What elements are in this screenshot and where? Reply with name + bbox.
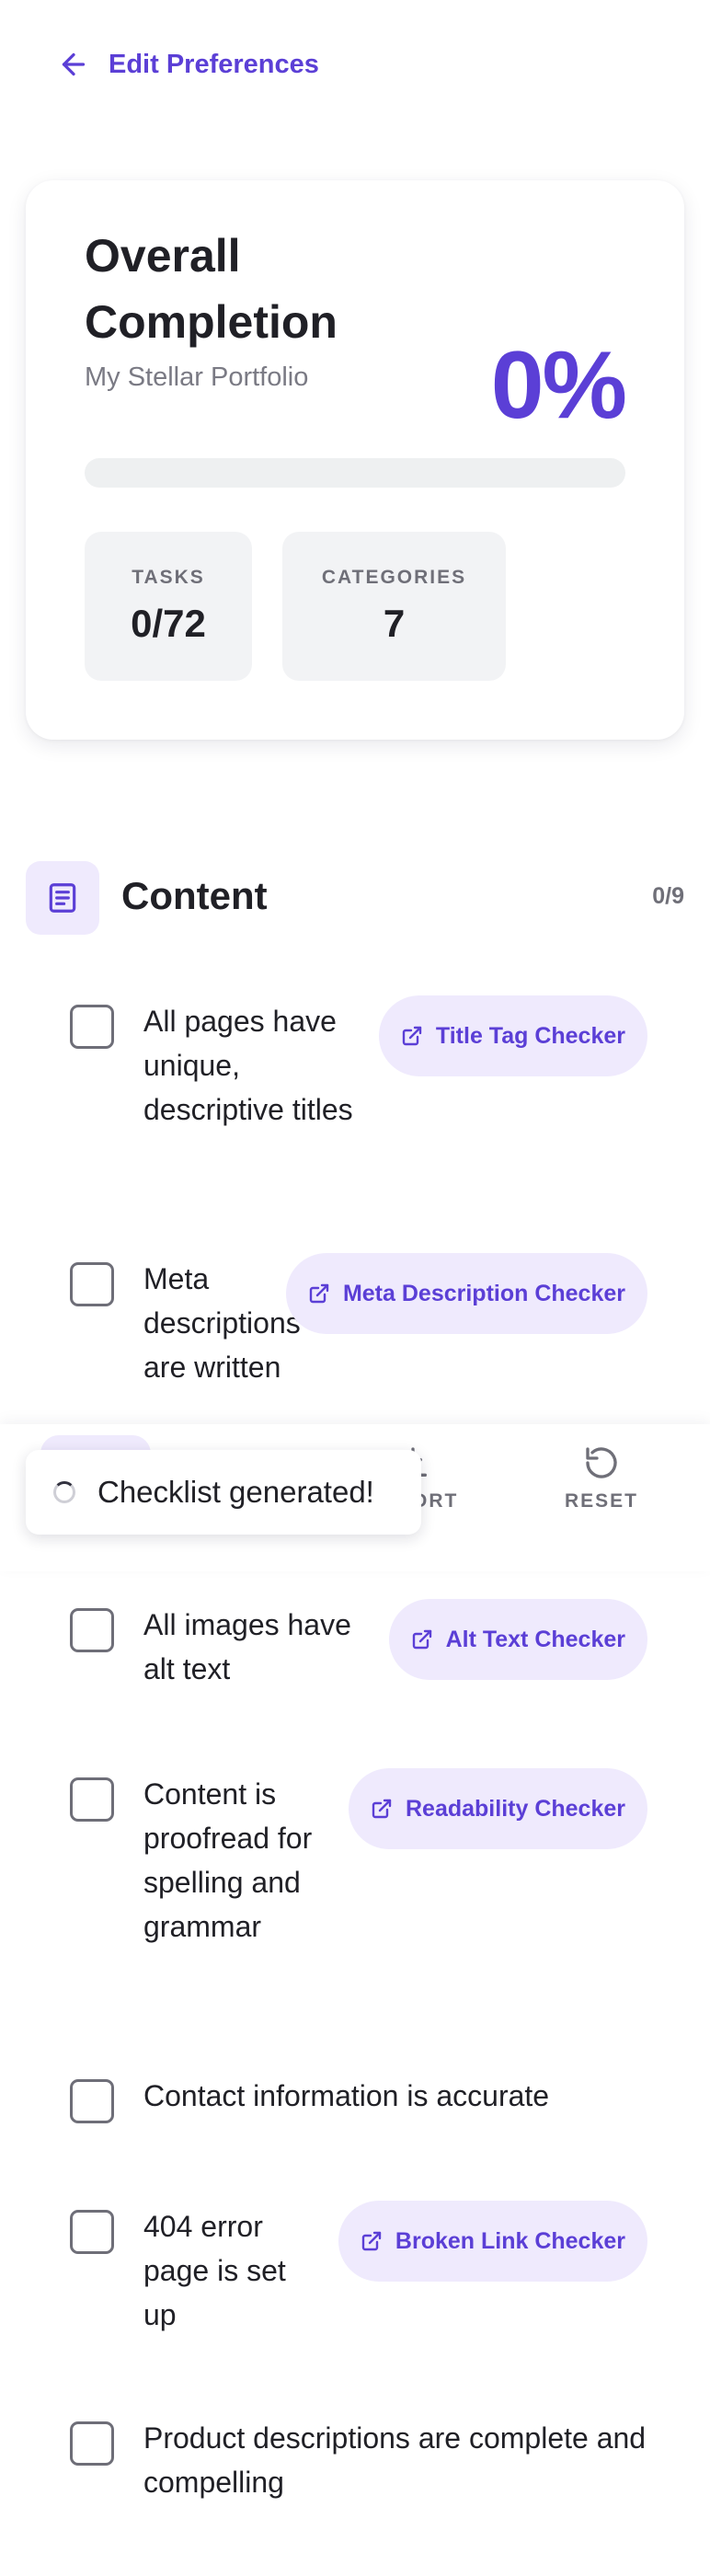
task-checkbox[interactable] bbox=[70, 2421, 114, 2466]
toast-message: Checklist generated! bbox=[97, 1475, 374, 1509]
external-link-icon bbox=[309, 1283, 329, 1304]
tool-link-label: Alt Text Checker bbox=[445, 1626, 625, 1652]
tool-link-label: Readability Checker bbox=[406, 1795, 625, 1822]
tool-link-button[interactable]: Alt Text Checker bbox=[388, 1599, 647, 1680]
stat-tasks: TASKS 0/72 bbox=[85, 532, 252, 681]
category-title: Content bbox=[121, 874, 268, 917]
overall-completion-card: Overall Completion My Stellar Portfolio … bbox=[26, 180, 684, 740]
completion-progress-bar bbox=[85, 458, 625, 488]
spinner-icon bbox=[53, 1481, 75, 1503]
project-name: My Stellar Portfolio bbox=[85, 362, 309, 392]
task-checkbox[interactable] bbox=[70, 2210, 114, 2254]
tool-link-button[interactable]: Meta Description Checker bbox=[285, 1253, 647, 1334]
task-checkbox[interactable] bbox=[70, 1005, 114, 1049]
task-text: All pages have unique, descriptive title… bbox=[143, 1005, 353, 1126]
task-checkbox[interactable] bbox=[70, 1777, 114, 1822]
external-link-icon bbox=[372, 1799, 392, 1819]
task-text: 404 error page is set up bbox=[143, 2210, 286, 2331]
tool-link-label: Broken Link Checker bbox=[395, 2227, 625, 2254]
external-link-icon bbox=[402, 1026, 422, 1046]
back-link-label: Edit Preferences bbox=[109, 49, 319, 79]
reset-button[interactable]: RESET bbox=[565, 1444, 638, 1512]
category-header[interactable]: Content 0/9 bbox=[26, 861, 684, 935]
external-link-icon bbox=[412, 1629, 431, 1650]
tool-link-button[interactable]: Title Tag Checker bbox=[378, 995, 647, 1076]
stat-tasks-label: TASKS bbox=[132, 567, 205, 588]
stat-tasks-value: 0/72 bbox=[131, 602, 206, 645]
task-text: Product descriptions are complete and co… bbox=[143, 2421, 647, 2499]
task-checkbox[interactable] bbox=[70, 1262, 114, 1306]
tool-link-label: Meta Description Checker bbox=[342, 1280, 625, 1306]
task-text: Contact information is accurate bbox=[143, 2079, 550, 2112]
reset-label: RESET bbox=[565, 1490, 639, 1512]
summary-title: Overall Completion bbox=[85, 230, 338, 348]
completion-percent: 0% bbox=[490, 332, 627, 439]
tool-link-button[interactable]: Readability Checker bbox=[349, 1768, 647, 1849]
tool-link-label: Title Tag Checker bbox=[435, 1022, 625, 1049]
back-link[interactable]: Edit Preferences bbox=[57, 48, 319, 81]
external-link-icon bbox=[361, 2231, 382, 2251]
task-text: All images have alt text bbox=[143, 1608, 351, 1685]
toast-notification: Checklist generated! bbox=[26, 1450, 421, 1535]
stat-categories-label: CATEGORIES bbox=[321, 567, 467, 588]
tool-link-button[interactable]: Broken Link Checker bbox=[338, 2201, 647, 2282]
task-text: Content is proofread for spelling and gr… bbox=[143, 1777, 313, 1943]
document-icon bbox=[26, 861, 99, 935]
task-checkbox[interactable] bbox=[70, 1608, 114, 1652]
task-checkbox[interactable] bbox=[70, 2079, 114, 2123]
category-count: 0/9 bbox=[652, 883, 684, 909]
reset-icon bbox=[586, 1447, 617, 1478]
stat-categories: CATEGORIES 7 bbox=[282, 532, 506, 681]
stat-categories-value: 7 bbox=[383, 602, 406, 645]
arrow-left-icon bbox=[62, 52, 86, 76]
